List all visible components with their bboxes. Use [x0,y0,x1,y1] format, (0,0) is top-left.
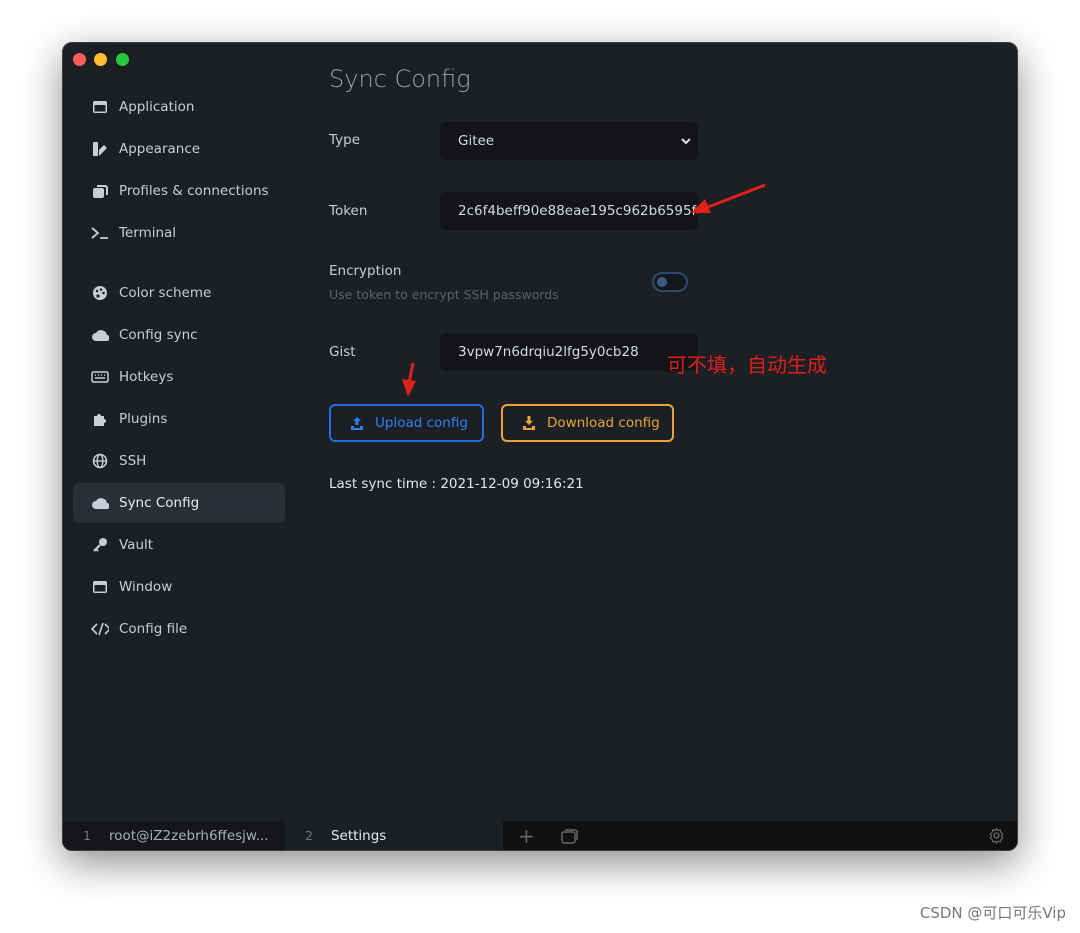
minimize-window-button[interactable] [94,53,107,66]
palette-icon [91,285,109,301]
puzzle-icon [91,411,109,427]
gist-label: Gist [329,344,356,360]
gist-input[interactable]: 3vpw7n6drqiu2lfg5y0cb28 [440,333,698,371]
sidebar-item-label: Plugins [119,411,168,427]
last-sync-time: Last sync time : 2021-12-09 09:16:21 [329,476,584,492]
sidebar-item-label: Sync Config [119,495,200,511]
app-window: Application Appearance Profiles & connecti… [62,42,1018,851]
type-select[interactable]: Gitee [440,122,698,160]
sidebar-item-label: SSH [119,453,147,469]
tab-bar: 1 root@iZ2zebrh6ffesjw... 2 Settings + [63,821,1017,850]
sidebar-item-label: Appearance [119,141,201,157]
tab-number: 2 [305,828,313,843]
maximize-window-button[interactable] [116,53,129,66]
type-label: Type [329,132,361,148]
sidebar-item-sync-config[interactable]: Sync Config [73,483,285,523]
cloud-icon [91,328,109,342]
sidebar-item-vault[interactable]: Vault [73,525,285,565]
paint-swatch-icon [91,141,109,157]
sidebar-item-config-sync[interactable]: Config sync [73,315,285,355]
sidebar-item-label: Vault [119,537,154,553]
download-config-label: Download config [547,415,660,431]
close-window-button[interactable] [73,53,86,66]
upload-config-button[interactable]: Upload config [329,404,484,442]
window-icon [91,580,109,594]
key-icon [91,537,109,553]
gear-icon[interactable] [988,827,1005,844]
type-select-value: Gitee [458,133,495,149]
new-tab-plus-icon[interactable]: + [518,824,535,848]
annotation-arrow-icon [402,362,416,397]
download-config-button[interactable]: Download config [501,404,674,442]
page-title: Sync Config [329,65,471,93]
tab-terminal[interactable]: 1 root@iZ2zebrh6ffesjw... [63,821,285,850]
sidebar-item-hotkeys[interactable]: Hotkeys [73,357,285,397]
sidebar-item-window[interactable]: Window [73,567,285,607]
globe-icon [91,453,109,469]
token-label: Token [329,203,368,219]
sidebar-item-label: Hotkeys [119,369,174,385]
window-stack-icon[interactable] [561,828,579,844]
token-input[interactable]: 2c6f4beff90e88eae195c962b6595fc [440,192,698,230]
chevron-down-icon [681,138,691,145]
sidebar-item-label: Profiles & connections [119,183,269,199]
sidebar-item-appearance[interactable]: Appearance [73,129,285,169]
encryption-toggle[interactable] [652,272,688,292]
sidebar-item-ssh[interactable]: SSH [73,441,285,481]
sidebar-item-label: Color scheme [119,285,212,301]
sidebar-item-config-file[interactable]: Config file [73,609,285,649]
window-icon [91,100,109,114]
cloud-icon [91,496,109,510]
watermark: CSDN @可口可乐Vip [919,904,1066,922]
sidebar-item-label: Terminal [119,225,177,241]
annotation-note: 可不填，自动生成 [667,353,827,377]
download-icon [521,415,537,431]
code-icon [91,622,109,636]
tab-number: 1 [83,828,91,843]
sidebar-item-label: Window [119,579,173,595]
sidebar-item-plugins[interactable]: Plugins [73,399,285,439]
sidebar-item-label: Config file [119,621,188,637]
encryption-description: Use token to encrypt SSH passwords [329,287,559,302]
sidebar-item-label: Config sync [119,327,198,343]
windows-stack-icon [91,183,109,199]
upload-config-label: Upload config [375,415,468,431]
tab-settings[interactable]: 2 Settings [285,821,503,850]
sidebar-item-color-scheme[interactable]: Color scheme [73,273,285,313]
encryption-label: Encryption [329,263,402,279]
sidebar-item-profiles-connections[interactable]: Profiles & connections [73,171,285,211]
sidebar-item-terminal[interactable]: Terminal [73,213,285,253]
tab-label: root@iZ2zebrh6ffesjw... [108,827,269,844]
terminal-icon [91,226,109,240]
keyboard-icon [91,371,109,383]
annotation-arrow-icon [691,183,766,213]
upload-icon [349,415,365,431]
tab-label: Settings [330,827,387,844]
sidebar-item-application[interactable]: Application [73,87,285,127]
sidebar-item-label: Application [119,99,195,115]
